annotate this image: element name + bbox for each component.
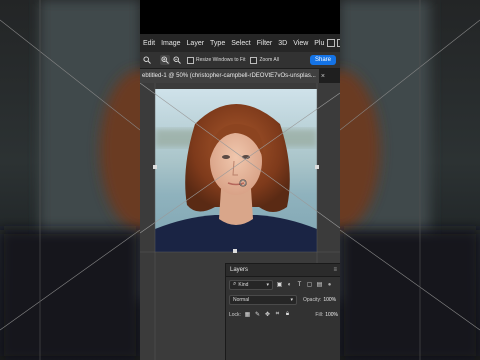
right-backdrop-art (340, 0, 480, 360)
lock-artboard-icon[interactable]: ⌗ (274, 311, 281, 318)
menu-bar: Edit Image Layer Type Select Filter 3D V… (140, 34, 340, 52)
document-tab-bar: ebtitled-1 @ 50% (christopher-campbell-r… (140, 69, 340, 83)
photoshop-window: Edit Image Layer Type Select Filter 3D V… (140, 0, 340, 360)
maximize-icon[interactable] (337, 39, 340, 47)
transform-handle[interactable] (233, 249, 237, 253)
close-tab-icon[interactable]: × (321, 73, 325, 80)
chevron-down-icon: ▾ (290, 296, 293, 303)
zoom-all-label: Zoom All (259, 57, 279, 63)
adjustment-filter-icon[interactable]: ◐ (286, 281, 293, 288)
resize-windows-checkbox[interactable] (187, 56, 194, 64)
resize-windows-label: Resize Windows to Fit (196, 57, 246, 63)
transform-handle[interactable] (315, 165, 319, 169)
canvas-area[interactable]: Layers ≡ ⌕ Kind ▾ ▣ ◐ T ▢ ▤ ● Normal ▾ O… (140, 83, 340, 360)
type-filter-icon[interactable]: T (296, 281, 303, 288)
search-icon: ⌕ (233, 281, 237, 287)
smart-object-filter-icon[interactable]: ▤ (316, 281, 323, 288)
filter-kind-select[interactable]: ⌕ Kind ▾ (229, 279, 273, 290)
lock-row: Lock: ▦ ✎ ✥ ⌗ 🔒︎ Fill: 100% (226, 307, 340, 322)
lock-all-icon[interactable]: 🔒︎ (284, 311, 291, 318)
menu-image[interactable]: Image (158, 40, 183, 47)
pixel-filter-icon[interactable]: ▣ (276, 281, 283, 288)
move-cursor-icon (239, 179, 247, 187)
window-controls (327, 39, 340, 47)
menu-type[interactable]: Type (207, 40, 228, 47)
lock-position-icon[interactable]: ✥ (264, 311, 271, 318)
lock-transparent-icon[interactable]: ▦ (244, 311, 251, 318)
options-bar: Resize Windows to Fit Zoom All Share (140, 52, 340, 69)
transform-handle[interactable] (153, 165, 157, 169)
left-backdrop-art (0, 0, 140, 360)
menu-view[interactable]: View (290, 40, 311, 47)
top-letterbox (140, 0, 340, 34)
filter-kind-value: Kind (238, 281, 249, 288)
zoom-in-icon[interactable] (160, 55, 170, 65)
right-blurred-backdrop (340, 0, 480, 360)
fill-value[interactable]: 100% (325, 312, 338, 318)
document-tab-title: ebtitled-1 @ 50% (christopher-campbell-r… (142, 73, 316, 79)
share-button[interactable]: Share (309, 55, 336, 65)
layers-panel: Layers ≡ ⌕ Kind ▾ ▣ ◐ T ▢ ▤ ● Normal ▾ O… (225, 263, 340, 360)
blend-row: Normal ▾ Opacity: 100% (226, 292, 340, 307)
lock-label: Lock: (229, 311, 241, 318)
opacity-value[interactable]: 100% (323, 297, 336, 303)
blend-mode-select[interactable]: Normal ▾ (229, 294, 297, 305)
left-blurred-backdrop (0, 0, 140, 360)
chevron-down-icon: ▾ (266, 281, 269, 288)
document-tab[interactable]: ebtitled-1 @ 50% (christopher-campbell-r… (140, 69, 319, 83)
menu-3d[interactable]: 3D (275, 40, 290, 47)
fill-label: Fill: (315, 311, 324, 318)
layers-panel-title[interactable]: Layers (230, 267, 248, 273)
filter-toggle-icon[interactable]: ● (326, 281, 333, 288)
shape-filter-icon[interactable]: ▢ (306, 281, 313, 288)
menu-plugins[interactable]: Plu (311, 40, 327, 47)
search-icon[interactable] (142, 55, 152, 65)
menu-select[interactable]: Select (228, 40, 253, 47)
panel-menu-icon[interactable]: ≡ (333, 267, 337, 273)
minimize-icon[interactable] (327, 39, 336, 47)
menu-edit[interactable]: Edit (140, 40, 158, 47)
opacity-label: Opacity: (303, 296, 322, 303)
lock-paint-icon[interactable]: ✎ (254, 311, 261, 318)
zoom-all-checkbox[interactable] (250, 56, 258, 64)
zoom-out-icon[interactable] (172, 55, 182, 65)
menu-filter[interactable]: Filter (254, 40, 276, 47)
layers-panel-header: Layers ≡ (226, 264, 340, 277)
blend-mode-value: Normal (233, 296, 250, 303)
menu-layer[interactable]: Layer (184, 40, 208, 47)
filter-row: ⌕ Kind ▾ ▣ ◐ T ▢ ▤ ● (226, 277, 340, 292)
